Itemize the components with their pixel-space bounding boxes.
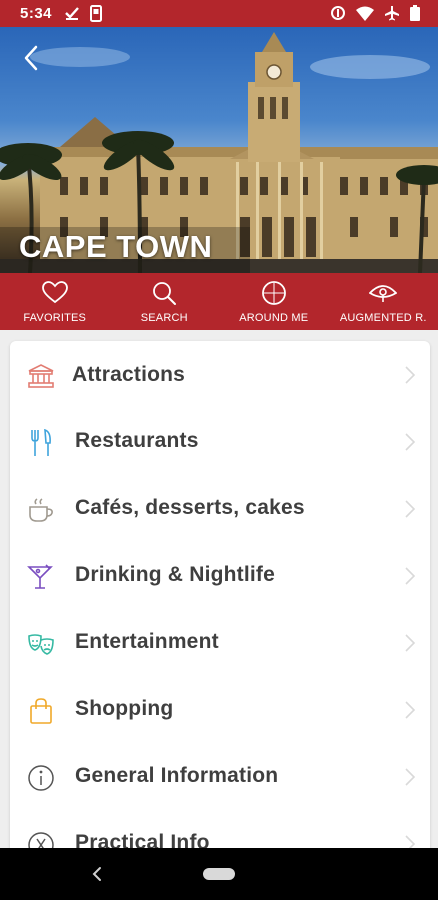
category-label: General Information [75, 764, 279, 787]
category-label: Drinking & Nightlife [75, 563, 275, 586]
chevron-right-icon [405, 701, 416, 719]
chevron-right-icon [405, 567, 416, 585]
data-saver-icon [330, 5, 346, 21]
nav-home-button[interactable] [203, 868, 235, 880]
tab-around-me[interactable]: AROUND ME [219, 273, 329, 330]
tab-search[interactable]: SEARCH [110, 273, 220, 330]
hero-banner: CAPE TOWN [0, 27, 438, 273]
airplane-icon [384, 5, 400, 21]
category-label: Entertainment [75, 630, 219, 653]
tab-augmented-reality-label: AUGMENTED R. [339, 312, 427, 324]
status-time: 5:34 [20, 5, 53, 22]
category-list: Attractions Restaurants Cafés, desserts,… [10, 341, 430, 861]
coffee-cup-icon [26, 495, 56, 525]
category-label: Attractions [72, 363, 186, 386]
action-tab-bar: FAVORITES SEARCH AROUND ME AUGMENTED R. [0, 273, 438, 330]
back-button[interactable] [14, 41, 48, 75]
theater-masks-icon [26, 629, 56, 659]
chevron-left-icon [24, 45, 38, 71]
battery-icon [410, 5, 420, 21]
eye-icon [369, 280, 398, 305]
category-entertainment[interactable]: Entertainment [10, 609, 430, 676]
nav-back-button[interactable] [90, 865, 104, 883]
category-restaurants[interactable]: Restaurants [10, 408, 430, 475]
landmark-icon [26, 361, 56, 391]
chevron-right-icon [405, 433, 416, 451]
fork-knife-icon [26, 428, 56, 458]
tab-favorites[interactable]: FAVORITES [0, 273, 110, 330]
phone-icon [90, 5, 102, 22]
chevron-right-icon [405, 366, 416, 384]
category-label: Restaurants [75, 429, 199, 452]
city-title: CAPE TOWN [19, 229, 213, 264]
chevron-right-icon [405, 634, 416, 652]
chevron-right-icon [405, 768, 416, 786]
category-drinking-nightlife[interactable]: Drinking & Nightlife [10, 542, 430, 609]
compass-icon [260, 280, 288, 305]
category-general-information[interactable]: General Information [10, 743, 430, 810]
status-bar: 5:34 [0, 0, 438, 27]
category-label: Cafés, desserts, cakes [75, 496, 305, 519]
category-shopping[interactable]: Shopping [10, 676, 430, 743]
category-label: Shopping [75, 697, 174, 720]
chevron-right-icon [405, 500, 416, 518]
wifi-icon [356, 6, 374, 21]
tab-favorites-label: FAVORITES [23, 312, 87, 324]
info-icon [26, 763, 56, 793]
shopping-bag-icon [26, 696, 56, 726]
search-icon [150, 280, 178, 305]
heart-icon [41, 280, 69, 305]
tab-around-me-label: AROUND ME [239, 312, 309, 324]
download-done-icon [64, 5, 80, 22]
category-attractions[interactable]: Attractions [10, 341, 430, 408]
cocktail-icon [26, 562, 56, 592]
tab-augmented-reality[interactable]: AUGMENTED R. [329, 273, 438, 330]
category-cafes[interactable]: Cafés, desserts, cakes [10, 475, 430, 542]
system-navigation-bar [0, 848, 438, 900]
tab-search-label: SEARCH [140, 312, 188, 324]
